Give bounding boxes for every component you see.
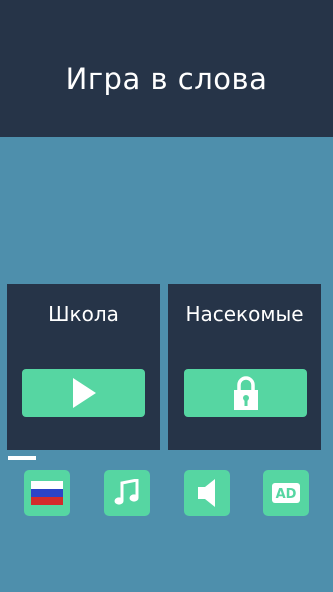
app-title: Игра в слова xyxy=(65,61,268,96)
language-button[interactable] xyxy=(24,470,70,516)
russian-flag-icon xyxy=(31,480,63,506)
locked-category-button[interactable] xyxy=(184,369,307,417)
category-card-insects: Насекомые xyxy=(168,284,321,450)
category-title: Школа xyxy=(48,302,119,326)
speaker-icon xyxy=(198,479,215,507)
play-icon xyxy=(72,378,96,408)
header-bar: Игра в слова xyxy=(0,0,333,137)
sound-button[interactable] xyxy=(184,470,230,516)
music-note-icon xyxy=(114,479,139,505)
svg-text:AD: AD xyxy=(276,487,297,502)
play-button[interactable] xyxy=(22,369,145,417)
ad-icon: AD xyxy=(272,483,300,503)
ads-button[interactable]: AD xyxy=(263,470,309,516)
music-button[interactable] xyxy=(104,470,150,516)
category-title: Насекомые xyxy=(185,302,304,326)
page-indicator xyxy=(8,456,36,460)
category-card-school: Школа xyxy=(7,284,160,450)
lock-icon xyxy=(233,376,258,410)
